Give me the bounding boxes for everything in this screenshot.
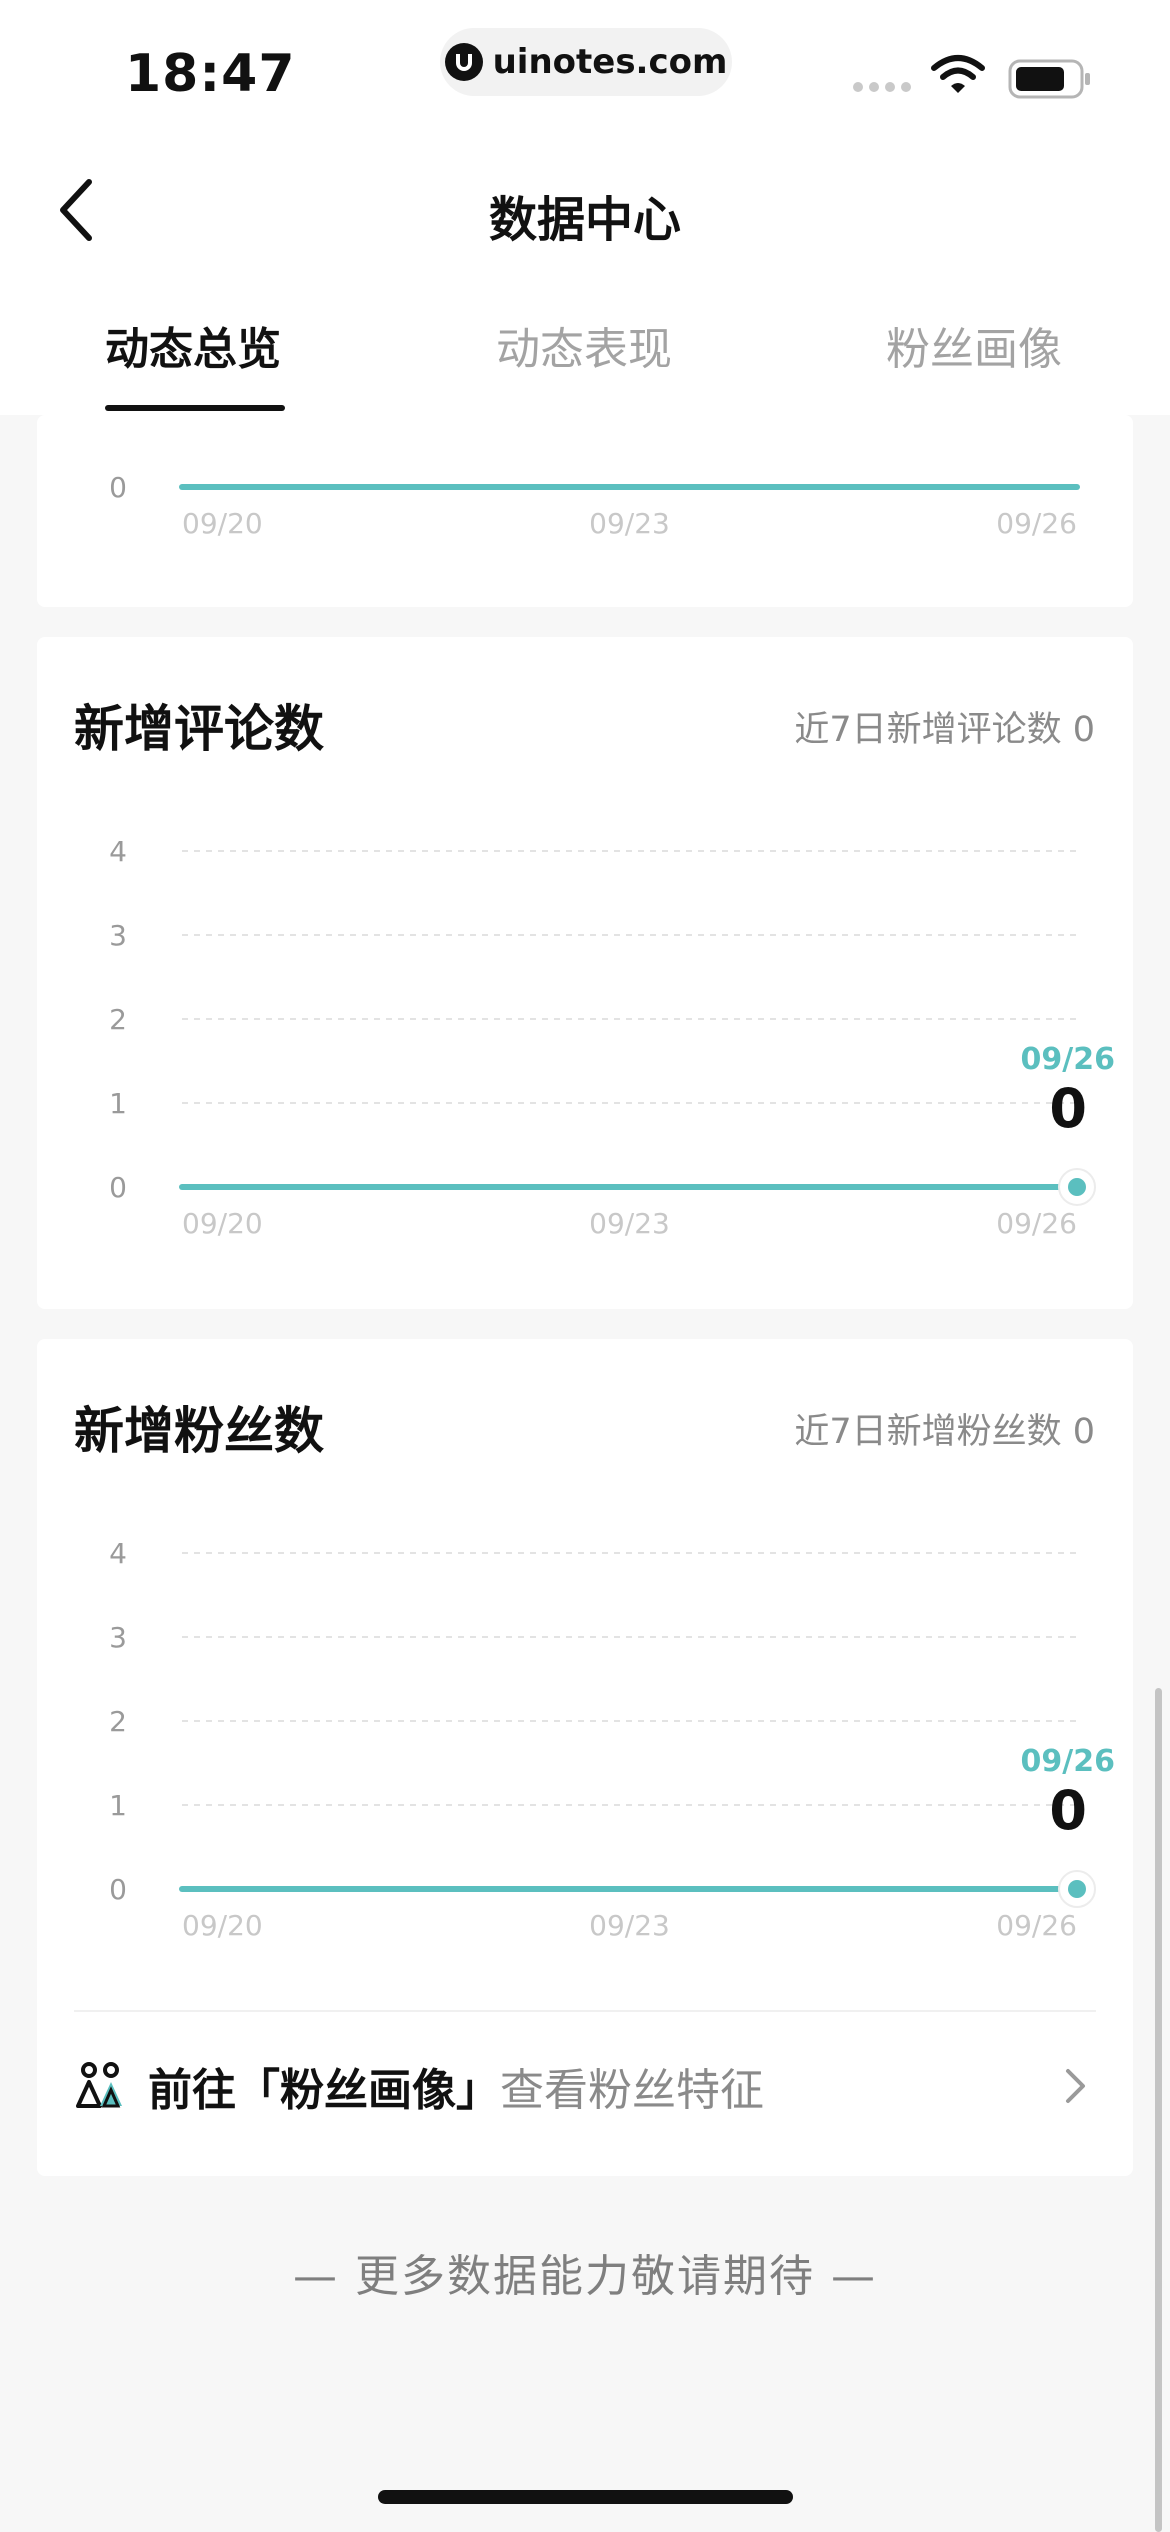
y-tick-label: 0 [109, 471, 127, 504]
cellular-signal-icon [853, 82, 911, 92]
highlight-value-label: 0 [1049, 1077, 1087, 1140]
chart-card-partial: 0 09/20 09/23 09/26 [37, 415, 1133, 607]
link-strong-text: 前往「粉丝画像」 [148, 2065, 500, 2116]
y-tick-label: 3 [109, 919, 127, 952]
page-title: 数据中心 [488, 192, 681, 248]
y-tick-label: 4 [109, 1537, 127, 1570]
x-tick-label: 09/23 [589, 1909, 670, 1942]
highlight-date-label: 09/26 [1021, 1744, 1115, 1779]
url-text: uinotes.com [492, 42, 728, 82]
y-tick-label: 0 [109, 1873, 127, 1906]
x-tick-label: 09/26 [996, 1207, 1077, 1240]
home-indicator[interactable] [378, 2490, 793, 2504]
fans-line-chart: 0123409/20 09/23 09/2609/260 [109, 1537, 1115, 1942]
nav-bar: 数据中心 [0, 130, 1170, 285]
x-tick-label: 09/20 [182, 1207, 263, 1240]
tab-bar: 动态总览 动态表现 粉丝画像 [0, 285, 1170, 415]
x-tick-label: 09/23 [589, 1207, 670, 1240]
status-bar: 18:47 uinotes.com [0, 0, 1170, 130]
y-tick-label: 0 [109, 1171, 127, 1204]
y-tick-label: 1 [109, 1789, 127, 1822]
link-soft-text: 查看粉丝特征 [500, 2065, 764, 2116]
partial-line-chart: 0 09/20 09/23 09/26 [109, 471, 1080, 540]
y-tick-label: 3 [109, 1621, 127, 1654]
url-pill[interactable]: uinotes.com [440, 28, 732, 96]
scrollbar[interactable] [1155, 1688, 1162, 2532]
site-logo-icon [444, 43, 483, 81]
y-tick-label: 1 [109, 1087, 127, 1120]
tab-overview[interactable]: 动态总览 [105, 313, 281, 377]
fans-portrait-icon [76, 2062, 122, 2108]
highlight-date-label: 09/26 [1021, 1042, 1115, 1077]
highlight-value-label: 0 [1049, 1779, 1087, 1842]
y-tick-label: 2 [109, 1003, 127, 1036]
chart-card-new-fans: 新增粉丝数 近7日新增粉丝数 0 0 1 2 3 4 09/20 09/23 09/26 09/… [37, 1339, 1133, 2176]
x-tick-label: 09/20 [182, 507, 263, 540]
x-tick-label: 09/26 [996, 1909, 1077, 1942]
wifi-icon [931, 55, 985, 93]
tab-active-indicator [105, 405, 285, 411]
battery-icon [1008, 59, 1090, 99]
x-tick-label: 09/20 [182, 1909, 263, 1942]
highlight-point [1068, 1880, 1086, 1898]
x-tick-label: 09/23 [589, 507, 670, 540]
footer-note: — 更多数据能力敬请期待 — [293, 2251, 877, 2302]
status-time: 18:47 [125, 44, 296, 104]
tab-fan-portrait[interactable]: 粉丝画像 [886, 313, 1062, 377]
fan-portrait-link[interactable]: 前往「粉丝画像」 查看粉丝特征 [74, 2011, 1096, 2161]
chevron-right-icon [1066, 2069, 1085, 2103]
highlight-point [1068, 1178, 1086, 1196]
comments-line-chart: 0123409/20 09/23 09/2609/260 [109, 835, 1115, 1240]
chart-card-new-comments: 新增评论数 近7日新增评论数 0 0 1 2 3 4 09/20 09/23 09/26 09/… [37, 637, 1133, 1309]
y-tick-label: 4 [109, 835, 127, 868]
y-tick-label: 2 [109, 1705, 127, 1738]
x-tick-label: 09/26 [996, 507, 1077, 540]
tab-performance[interactable]: 动态表现 [496, 313, 672, 377]
